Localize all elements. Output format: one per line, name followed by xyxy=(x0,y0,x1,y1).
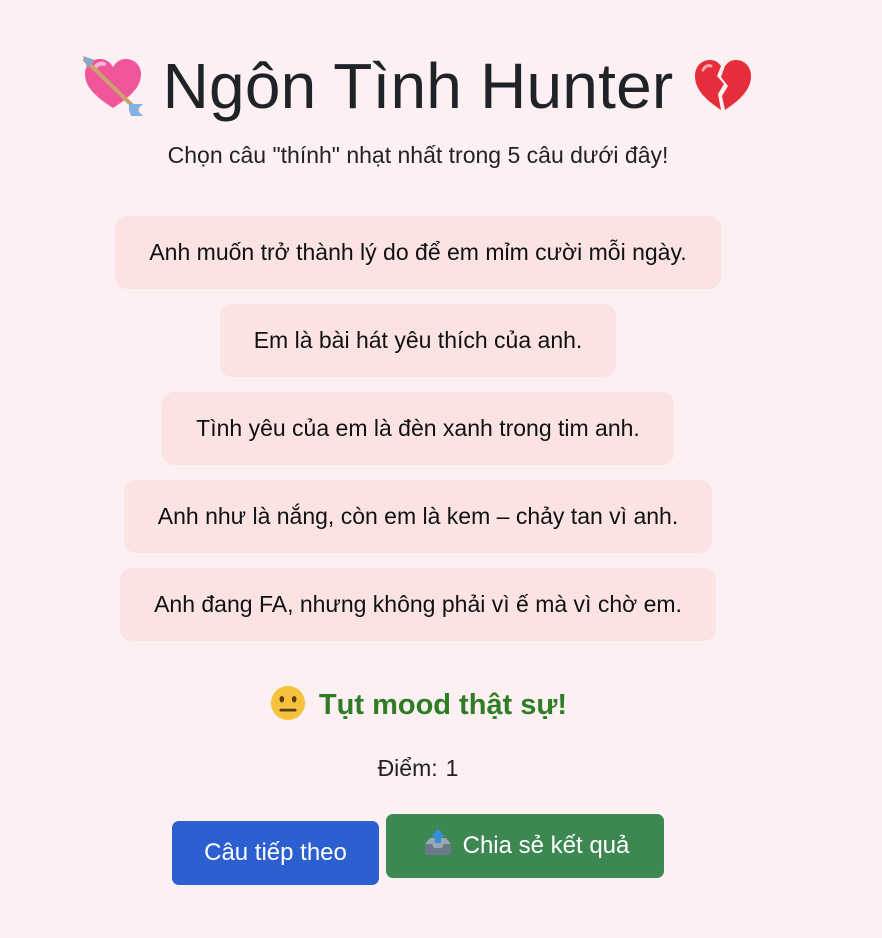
score-value: 1 xyxy=(445,755,459,781)
share-button-label: Chia sẻ kết quả xyxy=(462,832,630,859)
score: Điểm: 1 xyxy=(378,755,459,782)
next-question-button[interactable]: Câu tiếp theo xyxy=(172,821,379,885)
action-buttons: Câu tiếp theo Chia sẻ kết quả xyxy=(172,814,664,885)
page-title: Ngôn Tình Hunter xyxy=(162,50,674,122)
option-item[interactable]: Anh muốn trở thành lý do để em mỉm cười … xyxy=(115,216,721,289)
share-result-button[interactable]: Chia sẻ kết quả xyxy=(386,814,664,878)
option-item[interactable]: Em là bài hát yêu thích của anh. xyxy=(219,304,617,377)
option-item[interactable]: Anh như là nắng, còn em là kem – chảy ta… xyxy=(123,480,713,553)
option-item[interactable]: Tình yêu của em là đèn xanh trong tim an… xyxy=(162,392,674,465)
score-label: Điểm: xyxy=(377,755,438,781)
header: Ngôn Tình Hunter xyxy=(81,46,756,126)
outbox-tray-icon xyxy=(421,826,455,867)
neutral-face-icon xyxy=(269,684,307,727)
broken-heart-icon xyxy=(691,54,755,118)
result-text: Tụt mood thật sự! xyxy=(318,688,568,721)
option-item[interactable]: Anh đang FA, nhưng không phải vì ế mà vì… xyxy=(120,568,716,641)
app-container: Ngôn Tình Hunter Chọn câu "thính" nhạt n… xyxy=(0,0,836,885)
heart-with-arrow-icon xyxy=(81,54,145,118)
result-message: Tụt mood thật sự! xyxy=(269,685,567,725)
subtitle: Chọn câu "thính" nhạt nhất trong 5 câu d… xyxy=(167,142,669,168)
options-list: Anh muốn trở thành lý do để em mỉm cười … xyxy=(115,216,721,641)
